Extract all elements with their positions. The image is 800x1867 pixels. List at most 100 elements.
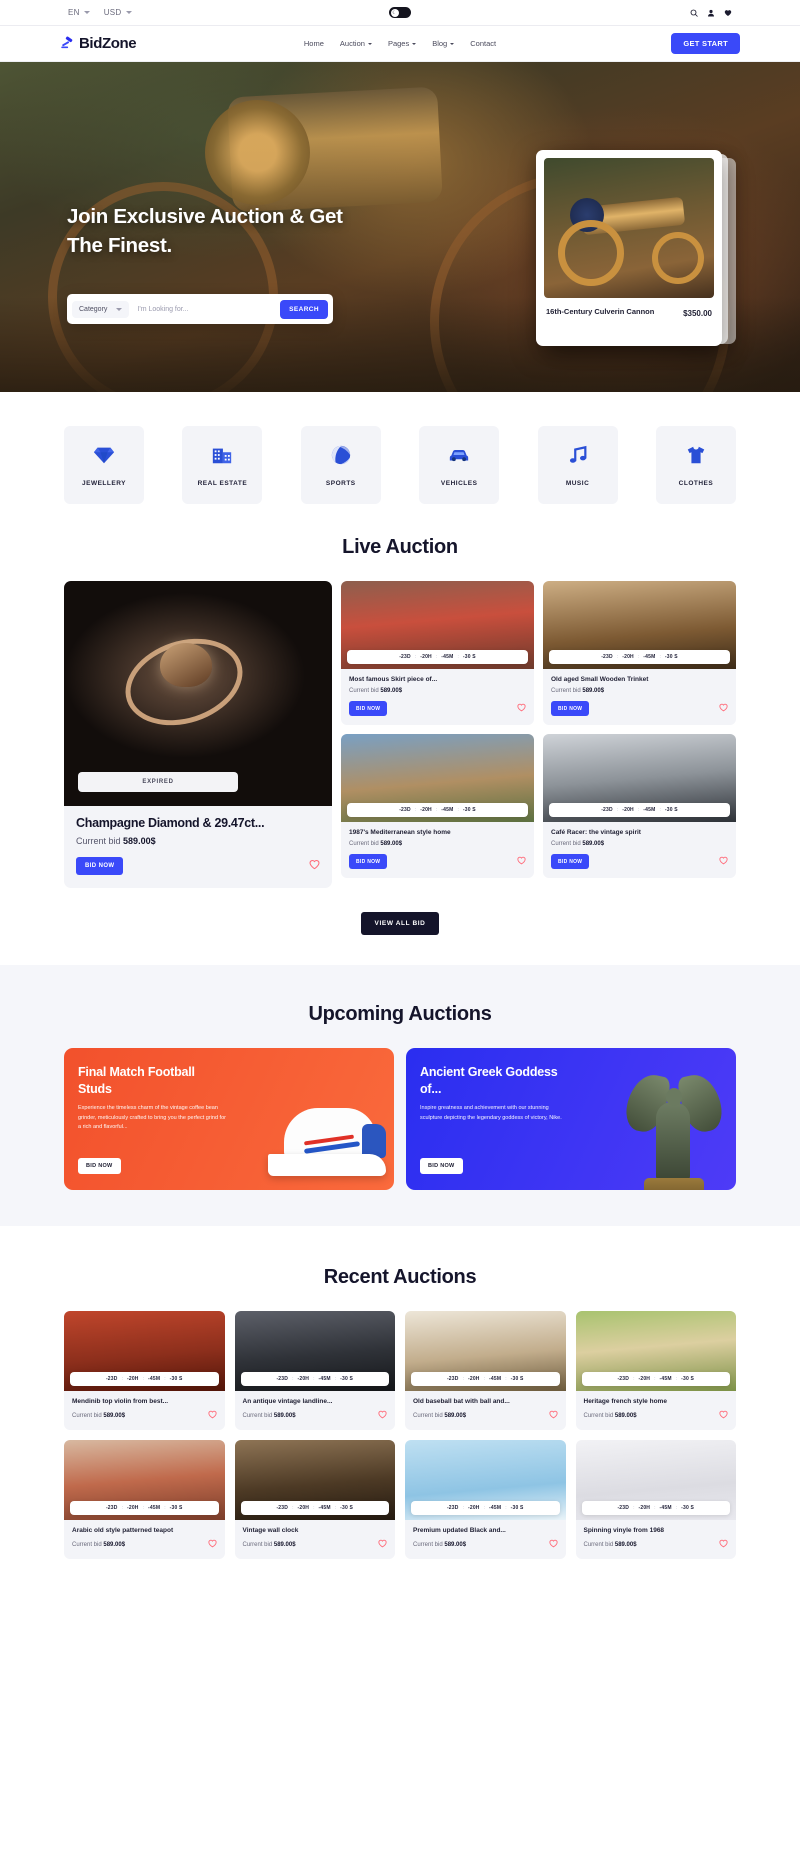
bid-now-button[interactable]: BID NOW: [76, 857, 124, 875]
hero-product-card-stack: 16th-Century Culverin Cannon $350.00: [536, 150, 736, 350]
favorite-heart-icon[interactable]: [378, 1539, 387, 1550]
favorite-heart-icon[interactable]: [207, 1410, 217, 1421]
category-card-sports[interactable]: SPORTS: [300, 426, 381, 504]
auction-card[interactable]: -23D: -20H: -45M: -30 S Café Racer: the …: [543, 734, 736, 878]
hero-title-line1: Join Exclusive Auction & Get: [67, 205, 343, 228]
auction-card[interactable]: -23D: -20H: -45M: -30 S Vintage wall clock Cu…: [234, 1440, 395, 1559]
timer-minutes: -45M: [148, 1505, 161, 1511]
timer-minutes: -45M: [643, 654, 656, 660]
countdown-timer: -23D: -20H: -45M: -30 S: [70, 1372, 219, 1386]
bid-now-button[interactable]: BID NOW: [551, 701, 590, 716]
diamond-icon: [93, 444, 115, 471]
search-icon[interactable]: [690, 9, 698, 17]
category-card-clothes[interactable]: CLOTHES: [655, 426, 736, 504]
countdown-timer: -23D: -20H: -45M: -30 S: [581, 1372, 730, 1386]
user-icon[interactable]: [707, 9, 715, 17]
timer-sep: :: [292, 1376, 294, 1382]
nav-item-auction[interactable]: Auction: [340, 39, 372, 48]
favorite-heart-icon[interactable]: [719, 856, 728, 867]
timer-minutes: -45M: [441, 807, 454, 813]
nav-item-pages[interactable]: Pages: [388, 39, 417, 48]
upcoming-card-title: Final Match Football Studs: [78, 1065, 195, 1096]
auction-card-title: Spinning vinyle from 1968: [583, 1527, 665, 1534]
bid-now-button[interactable]: BID NOW: [349, 854, 388, 869]
favorite-heart-icon[interactable]: [517, 856, 526, 867]
favorite-heart-icon[interactable]: [548, 1539, 558, 1550]
heart-icon[interactable]: [724, 9, 732, 17]
favorite-heart-icon[interactable]: [378, 1410, 387, 1421]
auction-card-bid: Current bid 589.00$: [72, 1542, 125, 1548]
category-card-vehicles[interactable]: VEHICLES: [419, 426, 500, 504]
category-label: JEWELLERY: [82, 479, 126, 487]
timer-sep: :: [142, 1505, 144, 1511]
auction-card[interactable]: -23D: -20H: -45M: -30 S Old baseball bat wit…: [405, 1311, 566, 1430]
timer-seconds: -30 S: [462, 807, 476, 813]
music-note-icon: [567, 444, 589, 471]
nav-item-contact[interactable]: Contact: [470, 39, 496, 48]
timer-sep: :: [164, 1505, 166, 1511]
auction-card-title: 1987's Mediterranean style home: [349, 829, 451, 836]
auction-card-title: Arabic old style patterned teapot: [72, 1527, 174, 1534]
search-button[interactable]: SEARCH: [280, 299, 328, 319]
category-card-real-estate[interactable]: REAL ESTATE: [182, 426, 263, 504]
bid-label: Current bid: [242, 1412, 273, 1419]
countdown-timer: -23D: -20H: -45M: -30 S: [70, 1501, 219, 1515]
auction-card-image: -23D: -20H: -45M: -30 S: [575, 1440, 736, 1520]
auction-card[interactable]: -23D: -20H: -45M: -30 S 1987's Mediterra…: [341, 734, 534, 878]
bid-now-button[interactable]: BID NOW: [551, 854, 590, 869]
featured-auction-card[interactable]: EXPIRED Champagne Diamond & 29.47ct... C…: [64, 581, 332, 888]
auction-card[interactable]: -23D: -20H: -45M: -30 S Mendinib top violin …: [64, 1311, 225, 1430]
auction-card[interactable]: -23D: -20H: -45M: -30 S An antique vintage l…: [234, 1311, 395, 1430]
favorite-heart-icon[interactable]: [719, 1539, 728, 1550]
auction-card-image: -23D: -20H: -45M: -30 S: [405, 1440, 566, 1520]
timer-days: -23D: [617, 1376, 630, 1382]
timer-sep: :: [121, 1376, 123, 1382]
chevron-down-icon: [367, 42, 372, 45]
favorite-heart-icon[interactable]: [548, 1410, 558, 1421]
favorite-heart-icon[interactable]: [719, 703, 728, 714]
auction-card[interactable]: -23D: -20H: -45M: -30 S Most famous Skir…: [341, 581, 534, 725]
category-select[interactable]: Category: [72, 300, 130, 318]
category-label: CLOTHES: [678, 479, 714, 487]
auction-card-image: -23D: -20H: -45M: -30 S: [234, 1311, 395, 1391]
auction-card[interactable]: -23D: -20H: -45M: -30 S Old aged Small W…: [543, 581, 736, 725]
favorite-heart-icon[interactable]: [309, 859, 320, 873]
favorite-heart-icon[interactable]: [517, 703, 526, 714]
recent-auctions-grid: -23D: -20H: -45M: -30 S Mendinib top violin …: [64, 1311, 736, 1559]
live-auction-heading: Live Auction: [342, 536, 458, 558]
bid-label: Current bid: [72, 1412, 102, 1419]
dark-mode-toggle[interactable]: ☾: [389, 7, 411, 18]
auction-card-bid: Current bid 589.00$: [349, 688, 526, 694]
bid-now-button[interactable]: BID NOW: [420, 1158, 463, 1174]
timer-seconds: -30 S: [664, 807, 678, 813]
auction-card-title: Old baseball bat with ball and...: [413, 1398, 510, 1405]
favorite-heart-icon[interactable]: [719, 1410, 728, 1421]
bid-label: Current bid: [583, 1541, 614, 1548]
upcoming-card-football-studs[interactable]: Final Match Football Studs Experience th…: [64, 1048, 394, 1190]
view-all-wrap: VIEW ALL BID: [64, 888, 736, 965]
favorite-heart-icon[interactable]: [207, 1539, 217, 1550]
view-all-bid-button[interactable]: VIEW ALL BID: [360, 912, 440, 935]
timer-sep: :: [659, 654, 661, 660]
search-input[interactable]: I'm Looking for...: [129, 306, 280, 313]
upcoming-card-greek-goddess[interactable]: Ancient Greek Goddess of... Inspire grea…: [406, 1048, 736, 1190]
get-start-button[interactable]: GET START: [671, 33, 740, 54]
auction-card[interactable]: -23D: -20H: -45M: -30 S Heritage french styl…: [575, 1311, 736, 1430]
auction-card[interactable]: -23D: -20H: -45M: -30 S Premium updated Blac…: [405, 1440, 566, 1559]
auction-card-image: -23D: -20H: -45M: -30 S: [405, 1311, 566, 1391]
auction-card[interactable]: -23D: -20H: -45M: -30 S Arabic old style pat…: [64, 1440, 225, 1559]
timer-days: -23D: [446, 1505, 459, 1511]
bid-now-button[interactable]: BID NOW: [349, 701, 388, 716]
bid-now-button[interactable]: BID NOW: [78, 1158, 121, 1174]
featured-auction-title: Champagne Diamond & 29.47ct...: [76, 816, 265, 830]
timer-hours: -20H: [420, 807, 432, 813]
bid-label: Current bid: [413, 1541, 443, 1548]
nav-item-home[interactable]: Home: [304, 39, 324, 48]
nav-item-blog[interactable]: Blog: [432, 39, 455, 48]
category-card-jewellery[interactable]: JEWELLERY: [64, 426, 144, 504]
category-card-music[interactable]: MUSIC: [537, 426, 618, 504]
hero-product-card[interactable]: 16th-Century Culverin Cannon $350.00: [536, 150, 722, 346]
auction-card-bid: Current bid 589.00$: [584, 1542, 637, 1548]
auction-card[interactable]: -23D: -20H: -45M: -30 S Spinning vinyle from…: [575, 1440, 736, 1559]
timer-minutes: -45M: [441, 654, 454, 660]
